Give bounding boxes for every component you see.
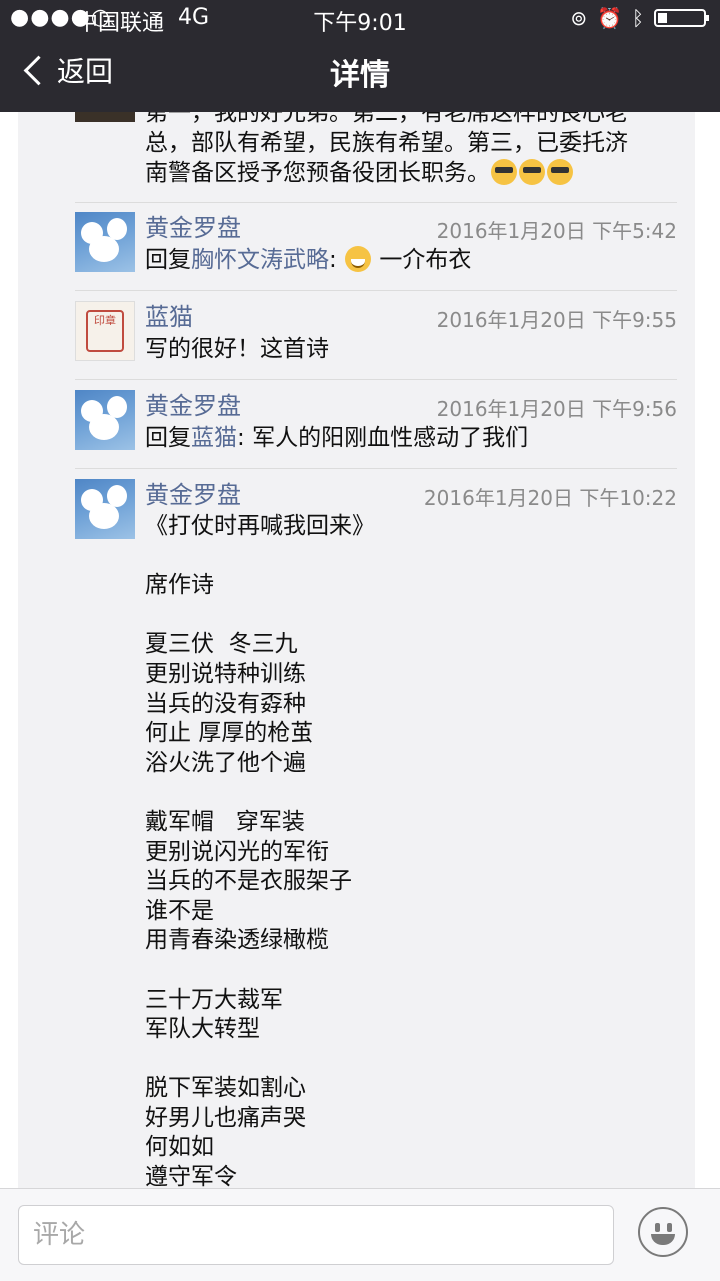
poem-blank-line	[145, 778, 375, 808]
poem-text: 《打仗时再喊我回来》 席作诗夏三伏 冬三九 更别说特种训练 当兵的没有孬种 何止 厚厚的…	[145, 512, 375, 1188]
poem-line: 三十万大裁军	[145, 986, 283, 1013]
poem-blank-line	[145, 1045, 375, 1075]
seal-stamp: 印章	[86, 310, 124, 352]
grin-emoji-icon	[345, 246, 372, 272]
poem-blank-line	[145, 601, 375, 631]
emoji-eye	[667, 1223, 672, 1232]
comment-line: 南警备区授予您预备役团长职务。	[145, 158, 675, 188]
poem-line: 戴军帽 穿军装	[145, 808, 305, 835]
commenter-name[interactable]: 黄金罗盘	[145, 386, 241, 421]
avatar	[75, 112, 135, 122]
poem-line: 当兵的没有孬种	[145, 690, 306, 717]
cool-emoji-icon	[519, 159, 545, 185]
rotation-lock-icon: ⊚	[570, 6, 588, 30]
comment-time: 2016年1月20日 下午5:42	[436, 219, 677, 243]
comment-line-text: 南警备区授予您预备役团长职务。	[145, 160, 490, 186]
poem-line: 夏三伏 冬三九	[145, 631, 298, 658]
comment-time: 2016年1月20日 下午9:55	[436, 308, 677, 332]
battery-icon	[654, 9, 709, 27]
poem-line: 何如如	[145, 1134, 214, 1161]
reply-to-name[interactable]: 蓝猫	[191, 425, 237, 451]
comment-body: 一介布衣	[372, 247, 472, 273]
divider	[75, 202, 677, 203]
bluetooth-icon: ᛒ	[632, 6, 644, 30]
reply-prefix: 回复	[145, 425, 191, 451]
poem-line: 军队大转型	[145, 1016, 260, 1043]
emoji-button[interactable]	[638, 1207, 688, 1257]
avatar-cloud	[107, 396, 127, 418]
poem-line: 浴火洗了他个遍	[145, 749, 306, 776]
commenter-name[interactable]: 蓝猫	[145, 297, 193, 332]
comment-body: 军人的阳刚血性感动了我们	[252, 425, 529, 451]
reply-separator: :	[237, 425, 253, 451]
poem-line: 更别说特种训练	[145, 660, 306, 687]
divider	[75, 468, 677, 469]
poem-line: 用青春染透绿橄榄	[145, 927, 329, 954]
divider	[75, 290, 677, 291]
poem-blank-line	[145, 542, 375, 572]
avatar[interactable]	[75, 212, 135, 272]
poem-line: 遵守军令	[145, 1164, 237, 1188]
comment-bar	[0, 1188, 720, 1281]
reply-prefix: 回复	[145, 247, 191, 273]
comment-line: 第一，我的好兄弟。第二，有老席这样的良心老	[145, 112, 628, 126]
comment-line: 总，部队有希望，民族有希望。第三，已委托济	[145, 130, 628, 156]
commenter-name[interactable]: 黄金罗盘	[145, 475, 241, 510]
cool-emoji-icon	[491, 159, 517, 185]
comment-input[interactable]	[19, 1206, 613, 1264]
avatar-cloud	[107, 485, 127, 507]
poem-blank-line	[145, 956, 375, 986]
avatar[interactable]: 印章	[75, 301, 135, 361]
comment-time: 2016年1月20日 下午9:56	[436, 397, 677, 421]
comment-text: 第一，我的好兄弟。第二，有老席这样的良心老 总，部队有希望，民族有希望。第三，已…	[145, 112, 675, 188]
battery-fill	[658, 13, 667, 23]
comment-time: 2016年1月20日 下午10:22	[423, 486, 677, 510]
status-bar: ●●●●○ 中国联通 4G 下午9:01 ⊚ ⏰ ᛒ	[0, 0, 720, 36]
reply-separator: :	[329, 247, 345, 273]
top-bar: ●●●●○ 中国联通 4G 下午9:01 ⊚ ⏰ ᛒ 返回 详情	[0, 0, 720, 112]
avatar-cloud	[89, 503, 119, 529]
poem-line: 《打仗时再喊我回来》	[145, 513, 375, 539]
poem-line: 当兵的不是衣服架子	[145, 868, 352, 895]
alarm-icon: ⏰	[597, 6, 622, 30]
comment-list[interactable]: 第一，我的好兄弟。第二，有老席这样的良心老 总，部队有希望，民族有希望。第三，已…	[18, 112, 695, 1188]
avatar-cloud	[89, 414, 119, 440]
comment-text: 回复蓝猫: 军人的阳刚血性感动了我们	[145, 423, 528, 453]
avatar-cloud	[107, 218, 127, 240]
divider	[75, 379, 677, 380]
page-title: 详情	[330, 58, 390, 93]
poem-line: 脱下军装如割心	[145, 1075, 306, 1102]
poem-line: 更别说闪光的军衔	[145, 838, 329, 865]
poem-line: 谁不是	[145, 897, 214, 924]
nav-bar: 返回 详情	[0, 36, 720, 112]
comment-text: 回复胸怀文涛武略: 一介布衣	[145, 245, 471, 275]
poem-line: 何止 厚厚的枪茧	[145, 720, 314, 747]
cool-emoji-icon	[547, 159, 573, 185]
commenter-name[interactable]: 黄金罗盘	[145, 208, 241, 243]
avatar[interactable]	[75, 479, 135, 539]
status-icons: ⊚ ⏰ ᛒ	[570, 6, 709, 30]
poem-line: 席作诗	[145, 572, 214, 599]
avatar-cloud	[89, 236, 119, 262]
comment-input-box[interactable]	[18, 1205, 614, 1265]
avatar[interactable]	[75, 390, 135, 450]
comment-text: 写的很好！这首诗	[145, 336, 329, 362]
emoji-eye	[655, 1223, 660, 1232]
poem-line: 好男儿也痛声哭	[145, 1104, 306, 1131]
reply-to-name[interactable]: 胸怀文涛武略	[191, 247, 329, 273]
emoji-mouth	[651, 1234, 675, 1245]
